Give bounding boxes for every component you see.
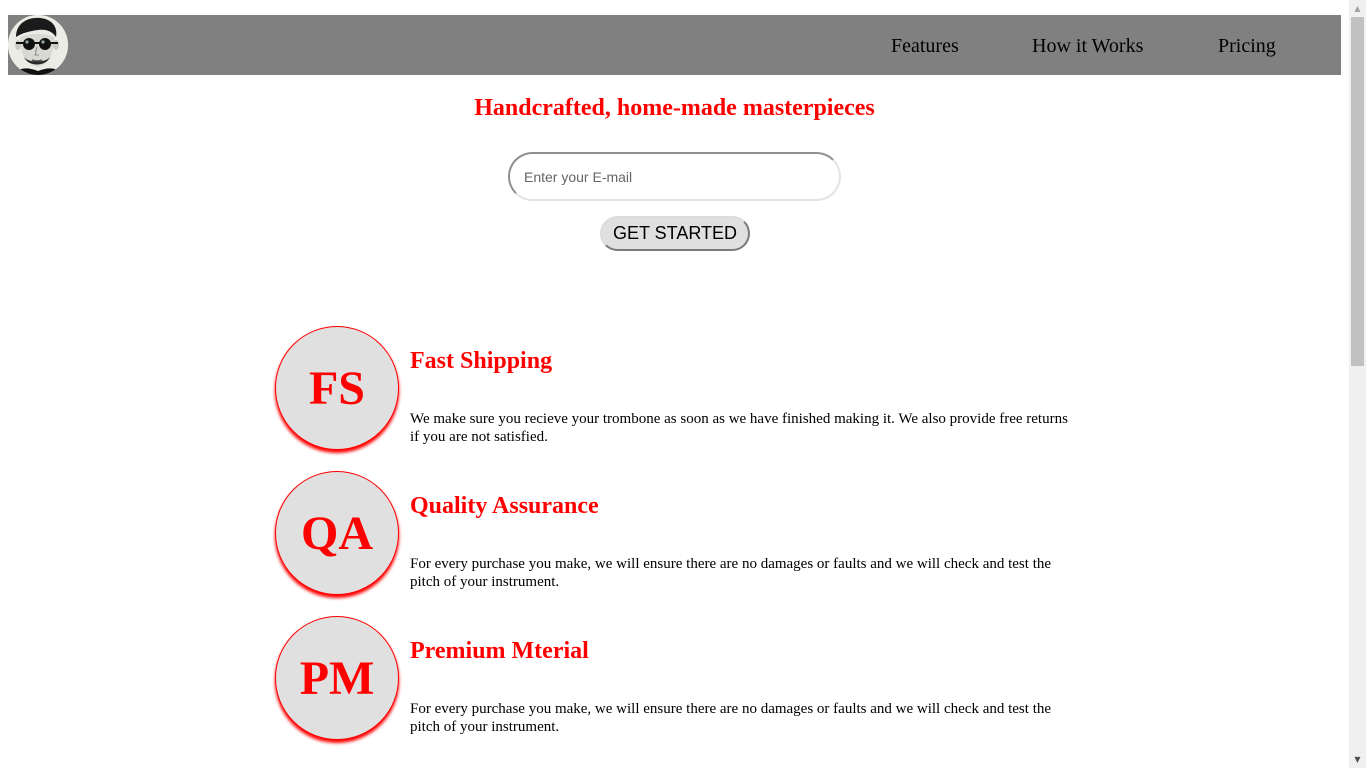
hero-title: Handcrafted, home-made masterpieces xyxy=(474,95,875,121)
feature-title: Fast Shipping xyxy=(410,348,553,374)
scroll-down-arrow-icon[interactable]: ▼ xyxy=(1349,751,1366,768)
feature-title: Quality Assurance xyxy=(410,493,599,519)
scroll-up-arrow-icon[interactable]: ▲ xyxy=(1349,0,1366,17)
page: Features How it Works Pricing Handcrafte… xyxy=(0,0,1349,768)
logo-avatar[interactable] xyxy=(8,15,68,75)
feature-badge-qa: QA xyxy=(275,471,399,595)
email-input[interactable] xyxy=(508,152,841,201)
header-bar: Features How it Works Pricing xyxy=(8,15,1341,75)
feature-badge-fs: FS xyxy=(275,326,399,450)
vertical-scrollbar[interactable]: ▲ ▼ xyxy=(1349,0,1366,768)
nav-link-pricing[interactable]: Pricing xyxy=(1218,34,1276,58)
scroll-thumb[interactable] xyxy=(1351,17,1364,366)
nav-link-how-it-works[interactable]: How it Works xyxy=(1032,34,1143,58)
feature-title: Premium Mterial xyxy=(410,638,589,664)
feature-quality-assurance: QA Quality Assurance For every purchase … xyxy=(275,471,1075,601)
feature-premium-material: PM Premium Mterial For every purchase yo… xyxy=(275,616,1075,746)
feature-fast-shipping: FS Fast Shipping We make sure you reciev… xyxy=(275,326,1075,456)
feature-description: For every purchase you make, we will ens… xyxy=(410,701,1052,735)
feature-badge-pm: PM xyxy=(275,616,399,740)
feature-description: For every purchase you make, we will ens… xyxy=(410,556,1052,590)
avatar-illustration-icon xyxy=(8,15,68,75)
get-started-button[interactable]: GET STARTED xyxy=(600,216,750,251)
nav-link-features[interactable]: Features xyxy=(891,34,959,58)
feature-description: We make sure you recieve your trombone a… xyxy=(410,411,1068,445)
